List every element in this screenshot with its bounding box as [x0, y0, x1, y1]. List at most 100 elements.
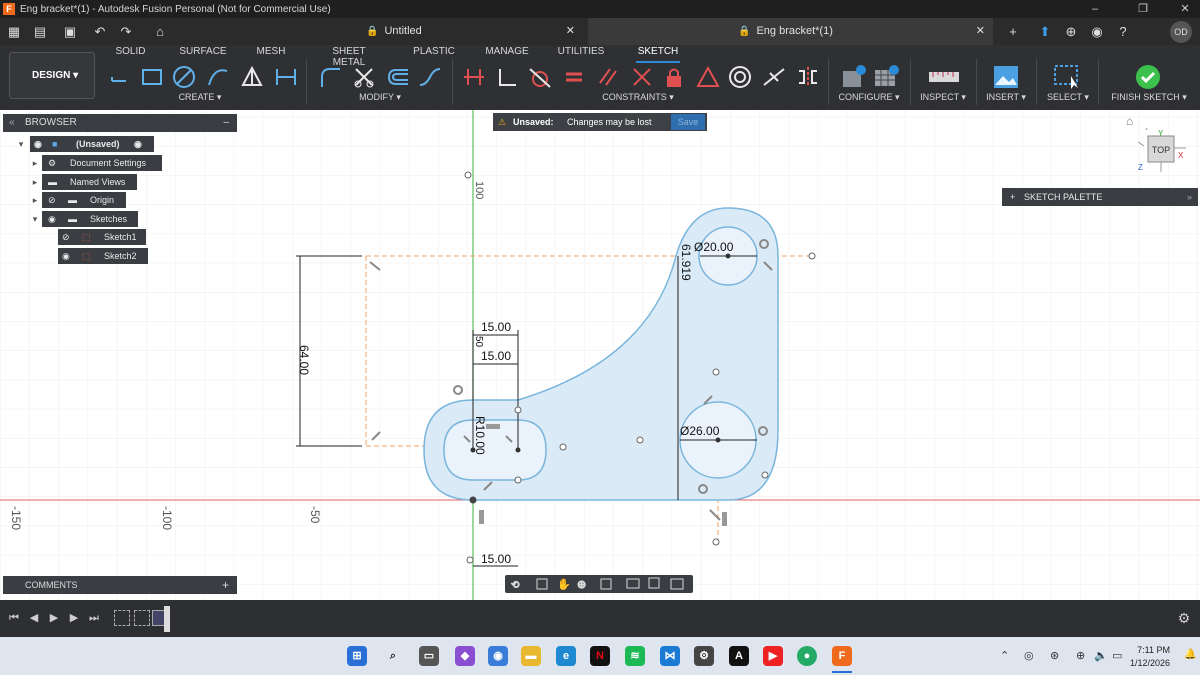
tab-manage[interactable]: MANAGE	[484, 46, 530, 60]
select-box-icon[interactable]	[1052, 63, 1082, 91]
step-back-icon[interactable]: ◀	[26, 610, 42, 626]
expand-palette-icon[interactable]: »	[1187, 188, 1192, 206]
play-icon[interactable]: ▶	[46, 610, 62, 626]
new-tab-icon[interactable]: +	[1003, 22, 1023, 42]
workspace-switcher[interactable]: DESIGN ▾	[9, 52, 95, 99]
horizontal-vertical-icon[interactable]	[628, 63, 656, 91]
slot-tool-icon[interactable]	[272, 63, 300, 91]
language-globe-icon[interactable]: ⊕	[1076, 649, 1085, 662]
spline-tool-icon[interactable]	[416, 63, 444, 91]
edge-browser-icon[interactable]: e	[556, 646, 576, 666]
dim-bottom-width[interactable]: 15.00	[481, 552, 511, 566]
extensions-icon[interactable]: ⊕	[1061, 22, 1081, 42]
visibility-eye-icon[interactable]: ◉	[48, 211, 56, 227]
sketch-canvas[interactable]: 64.00 15.00 15.00 50 R10.00 15.00 Ø20.00…	[0, 110, 1200, 600]
file-explorer-icon[interactable]: ▬	[521, 646, 541, 666]
battery-icon[interactable]: ▭	[1112, 649, 1122, 662]
hidden-eye-icon[interactable]: ⊘	[48, 192, 56, 208]
create-menu[interactable]: CREATE ▾	[170, 92, 230, 103]
offset-tool-icon[interactable]	[384, 63, 412, 91]
tab-solid[interactable]: SOLID	[108, 46, 153, 60]
netflix-icon[interactable]: N	[590, 646, 610, 666]
fit-icon[interactable]	[600, 578, 612, 590]
dim-radius[interactable]: R10.00	[473, 416, 487, 455]
tab-sheet-metal[interactable]: SHEET METAL	[315, 46, 383, 68]
user-avatar[interactable]: OD	[1170, 21, 1192, 43]
add-comment-icon[interactable]: +	[222, 576, 229, 594]
dim-small-v[interactable]: 50	[473, 336, 484, 348]
dim-top-width-2[interactable]: 15.00	[481, 349, 511, 363]
redo-icon[interactable]: ↷	[116, 22, 136, 42]
browser-item-sketch2[interactable]: ◉ ⬚ Sketch2	[58, 248, 148, 264]
coincident-icon[interactable]	[460, 63, 488, 91]
home-view-icon[interactable]: ⌂	[1126, 114, 1133, 128]
sketch-palette-header[interactable]: + SKETCH PALETTE »	[1002, 188, 1198, 206]
constraints-menu[interactable]: CONSTRAINTS ▾	[598, 92, 678, 103]
task-view-icon[interactable]: ▭	[419, 646, 439, 666]
tab-utilities[interactable]: UTILITIES	[556, 46, 606, 60]
polygon-tool-icon[interactable]	[238, 63, 266, 91]
tab-eng-bracket[interactable]: 🔒 Eng bracket*(1) ✕	[588, 18, 993, 45]
browser-item-named-views[interactable]: ▬ Named Views	[42, 174, 137, 190]
notifications-icon[interactable]: ◉	[1087, 22, 1107, 42]
tab-sketch[interactable]: SKETCH	[636, 46, 680, 63]
insert-image-icon[interactable]	[992, 63, 1020, 91]
close-tab-icon[interactable]: ✕	[566, 18, 575, 45]
dim-height[interactable]: 64.00	[297, 345, 311, 375]
dim-dia-top[interactable]: Ø20.00	[694, 240, 734, 254]
hidden-eye-icon[interactable]: ⊘	[62, 229, 70, 245]
inspect-menu[interactable]: INSPECT ▾	[916, 92, 970, 103]
save-icon[interactable]: ▣	[60, 22, 80, 42]
trim-tool-icon[interactable]	[350, 63, 378, 91]
fillet-tool-icon[interactable]	[316, 63, 344, 91]
timeline-sketch2-icon[interactable]	[134, 610, 150, 626]
insert-menu[interactable]: INSERT ▾	[984, 92, 1028, 103]
visibility-eye-icon[interactable]: ◉	[34, 136, 42, 152]
tangent-icon[interactable]	[526, 63, 554, 91]
browser-root[interactable]: ◉ ■ (Unsaved) ◉	[30, 136, 154, 152]
chrome-app-icon[interactable]: ◉	[488, 646, 508, 666]
configure-menu[interactable]: CONFIGURE ▾	[834, 92, 904, 103]
start-windows-icon[interactable]: ⊞	[347, 646, 367, 666]
browser-item-sketches[interactable]: ◉ ▬ Sketches	[42, 211, 138, 227]
tray-app-icon[interactable]: ◎	[1024, 649, 1034, 662]
close-window-button[interactable]: ✕	[1170, 0, 1200, 18]
finish-sketch-button[interactable]: FINISH SKETCH ▾	[1106, 92, 1192, 103]
rectangle-tool-icon[interactable]	[138, 63, 166, 91]
undo-icon[interactable]: ↶	[90, 22, 110, 42]
configure-icon[interactable]	[840, 63, 868, 91]
look-at-icon[interactable]	[536, 578, 548, 590]
vscode-icon[interactable]: ⋈	[660, 646, 680, 666]
youtube-icon[interactable]: ▶	[763, 646, 783, 666]
expand-arrow-icon[interactable]: ▸	[30, 155, 40, 171]
arc-tool-icon[interactable]	[204, 63, 232, 91]
tab-mesh[interactable]: MESH	[252, 46, 290, 60]
browser-item-document-settings[interactable]: ⚙ Document Settings	[42, 155, 162, 171]
go-to-start-icon[interactable]: ⏮	[6, 610, 22, 626]
collapse-browser-icon[interactable]: «	[9, 114, 15, 132]
step-forward-icon[interactable]: ▶	[66, 610, 82, 626]
midpoint-icon[interactable]	[760, 63, 788, 91]
dim-dia-bottom[interactable]: Ø26.00	[680, 424, 720, 438]
copilot-icon[interactable]: ◆	[455, 646, 475, 666]
maximize-button[interactable]: ❐	[1128, 0, 1158, 18]
parallel-icon[interactable]	[594, 63, 622, 91]
job-status-icon[interactable]: ⬆	[1035, 22, 1055, 42]
select-menu[interactable]: SELECT ▾	[1044, 92, 1092, 103]
fusion-taskbar-icon[interactable]: F	[832, 646, 852, 666]
viewcube-face[interactable]: TOP	[1152, 145, 1170, 155]
tab-untitled[interactable]: 🔒 Untitled ✕	[340, 18, 585, 45]
go-to-end-icon[interactable]: ⏭	[86, 610, 102, 626]
equal-icon[interactable]	[560, 63, 588, 91]
viewports-icon[interactable]	[670, 578, 684, 590]
tray-shield-icon[interactable]: ⊛	[1050, 649, 1059, 662]
save-button[interactable]: Save	[671, 114, 705, 130]
volume-icon[interactable]: 🔈	[1094, 649, 1108, 662]
comments-panel[interactable]: COMMENTS +	[3, 576, 237, 594]
tab-surface[interactable]: SURFACE	[176, 46, 230, 60]
dim-top-width-1[interactable]: 15.00	[481, 320, 511, 334]
minimize-panel-icon[interactable]: –	[223, 114, 229, 132]
app-circle-icon[interactable]: ●	[797, 646, 817, 666]
timeline-settings-gear-icon[interactable]: ⚙	[1176, 610, 1192, 626]
settings-gear-icon[interactable]: ⚙	[694, 646, 714, 666]
